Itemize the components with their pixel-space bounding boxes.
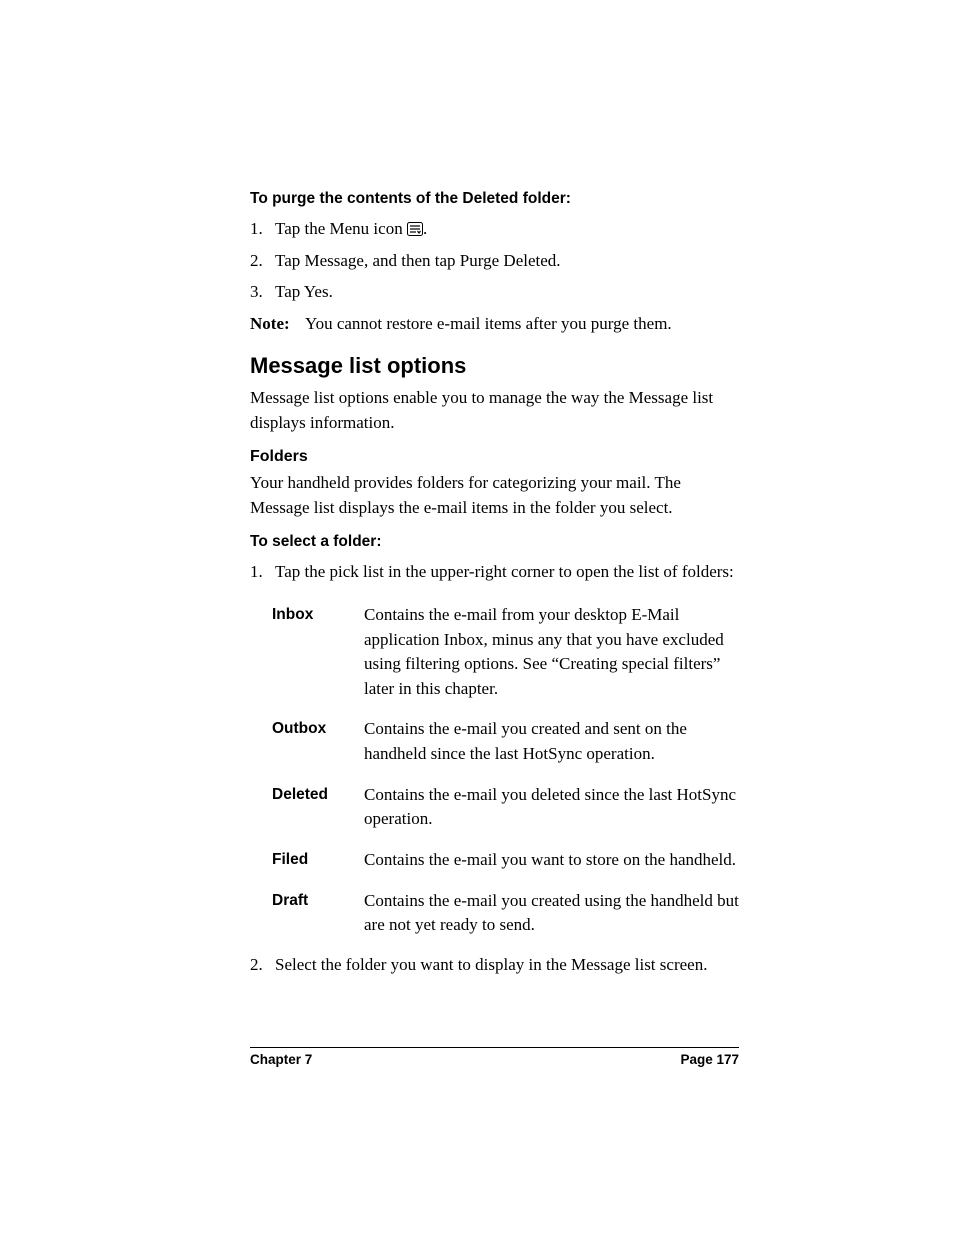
- folder-row-deleted: Deleted Contains the e-mail you deleted …: [272, 783, 739, 832]
- step-body: Tap the Menu icon .: [275, 216, 739, 244]
- folder-definitions: Inbox Contains the e-mail from your desk…: [272, 603, 739, 938]
- folder-desc: Contains the e-mail you created using th…: [364, 889, 739, 938]
- purge-note: Note: You cannot restore e-mail items af…: [250, 311, 739, 337]
- step-number: 2.: [250, 952, 275, 978]
- folder-row-inbox: Inbox Contains the e-mail from your desk…: [272, 603, 739, 702]
- folder-desc: Contains the e-mail you want to store on…: [364, 848, 739, 873]
- step-number: 3.: [250, 279, 275, 305]
- folder-row-outbox: Outbox Contains the e-mail you created a…: [272, 717, 739, 766]
- folder-desc: Contains the e-mail you created and sent…: [364, 717, 739, 766]
- footer-line: Chapter 7 Page 177: [250, 1052, 739, 1067]
- folder-term: Outbox: [272, 717, 364, 740]
- select-folder-step-1: 1. Tap the pick list in the upper-right …: [250, 559, 739, 585]
- select-folder-heading: To select a folder:: [250, 533, 739, 551]
- folders-intro: Your handheld provides folders for categ…: [250, 470, 739, 521]
- menu-icon: [407, 218, 423, 244]
- folders-heading: Folders: [250, 448, 739, 466]
- step-body: Tap Message, and then tap Purge Deleted.: [275, 248, 739, 274]
- step-text-pre: Tap the Menu icon: [275, 219, 407, 238]
- folder-term: Draft: [272, 889, 364, 912]
- folder-term: Inbox: [272, 603, 364, 626]
- section-heading: Message list options: [250, 353, 739, 379]
- step-number: 2.: [250, 248, 275, 274]
- folder-row-draft: Draft Contains the e-mail you created us…: [272, 889, 739, 938]
- note-text: You cannot restore e-mail items after yo…: [305, 311, 739, 337]
- select-folder-steps: 1. Tap the pick list in the upper-right …: [250, 559, 739, 585]
- purge-heading: To purge the contents of the Deleted fol…: [250, 190, 739, 208]
- select-folder-steps-2: 2. Select the folder you want to display…: [250, 952, 739, 978]
- page-footer: Chapter 7 Page 177: [250, 1047, 739, 1067]
- step-number: 1.: [250, 559, 275, 585]
- folder-desc: Contains the e-mail you deleted since th…: [364, 783, 739, 832]
- select-folder-step-2: 2. Select the folder you want to display…: [250, 952, 739, 978]
- purge-step-1: 1. Tap the Menu icon .: [250, 216, 739, 244]
- note-label: Note:: [250, 311, 305, 337]
- purge-steps: 1. Tap the Menu icon . 2. Tap Message, a…: [250, 216, 739, 305]
- step-text-post: .: [423, 219, 427, 238]
- document-page: To purge the contents of the Deleted fol…: [0, 0, 954, 1235]
- folder-desc: Contains the e-mail from your desktop E-…: [364, 603, 739, 702]
- step-body: Tap the pick list in the upper-right cor…: [275, 559, 739, 585]
- purge-step-3: 3. Tap Yes.: [250, 279, 739, 305]
- purge-step-2: 2. Tap Message, and then tap Purge Delet…: [250, 248, 739, 274]
- step-body: Select the folder you want to display in…: [275, 952, 739, 978]
- folder-term: Deleted: [272, 783, 364, 806]
- footer-page: Page 177: [680, 1052, 739, 1067]
- footer-rule: [250, 1047, 739, 1048]
- step-body: Tap Yes.: [275, 279, 739, 305]
- folder-term: Filed: [272, 848, 364, 871]
- section-intro: Message list options enable you to manag…: [250, 385, 739, 436]
- folder-row-filed: Filed Contains the e-mail you want to st…: [272, 848, 739, 873]
- step-number: 1.: [250, 216, 275, 244]
- footer-chapter: Chapter 7: [250, 1052, 312, 1067]
